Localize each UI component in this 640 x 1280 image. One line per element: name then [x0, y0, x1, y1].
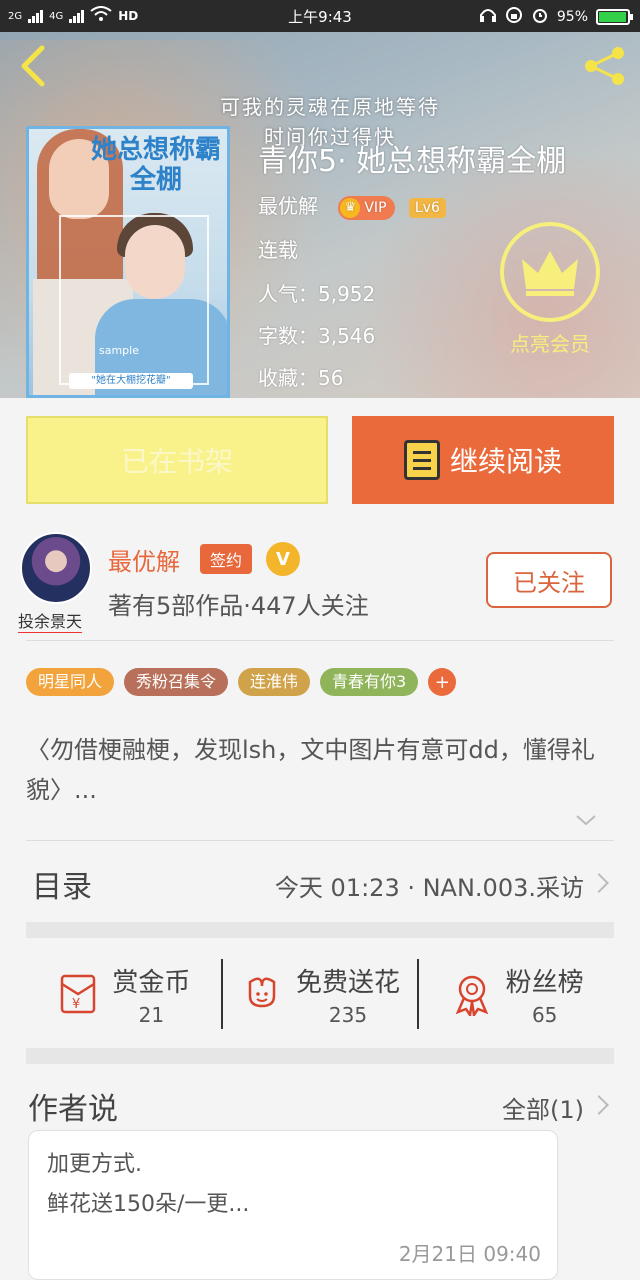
in-bookshelf-button[interactable]: 已在书架: [26, 416, 328, 504]
share-button[interactable]: [582, 46, 628, 86]
stat-value: 235: [328, 1002, 368, 1027]
note-line-2: 鲜花送150朵/一更...: [47, 1192, 250, 1217]
cover-ribbon: "她在大棚挖花瓣": [69, 373, 193, 389]
book-popularity: 人气：5,952: [258, 282, 376, 306]
author-says-title: 作者说: [28, 1092, 118, 1127]
note-date: 2月21日 09:40: [398, 1242, 541, 1266]
battery-icon: [596, 9, 633, 25]
back-button[interactable]: [14, 42, 54, 90]
tag-list: 明星同人 秀粉召集令 连淮伟 青春有你3 +: [26, 668, 457, 696]
cover-sample-text: sample: [99, 344, 139, 357]
tag-item[interactable]: 连淮伟: [238, 668, 311, 696]
catalog-row[interactable]: 目录 今天 01:23 · NAN.003.采访: [0, 844, 640, 922]
crown-icon: [500, 222, 600, 322]
headphone-icon: [479, 7, 497, 27]
fan-ranking-stat[interactable]: 粉丝榜 65: [417, 959, 614, 1029]
author-says-header: 作者说 全部(1): [0, 1076, 640, 1130]
author-works-followers: 著有5部作品·447人关注: [108, 592, 369, 620]
latest-chapter: 今天 01:23 · NAN.003.采访: [274, 874, 584, 902]
add-tag-button[interactable]: +: [428, 668, 457, 696]
cover-title: 她总想称霸全棚: [91, 135, 222, 195]
stat-value: 21: [138, 1002, 165, 1027]
slogan-line-1: 可我的灵魂在原地等待: [220, 95, 440, 119]
rotation-lock-icon: [505, 6, 523, 28]
signed-badge: 签约: [200, 544, 253, 574]
note-line-1: 加更方式.: [47, 1152, 142, 1177]
verified-v-icon: V: [266, 542, 300, 576]
support-stats: ¥ 赏金币 21 免费送花 235 粉丝榜 65: [26, 940, 614, 1048]
header-author-name[interactable]: 最优解: [258, 194, 318, 218]
author-note-card[interactable]: 加更方式. 鲜花送150朵/一更... 2月21日 09:40: [28, 1130, 558, 1280]
divider: [26, 640, 614, 641]
battery-percent: 95%: [556, 9, 588, 25]
flower-icon: [240, 972, 284, 1016]
vip-badge: ♛ VIP: [338, 195, 395, 220]
stat-name: 粉丝榜: [505, 967, 584, 998]
book-status: 连载: [258, 238, 298, 262]
chevron-right-icon: [589, 873, 609, 893]
chevron-right-icon[interactable]: [589, 1095, 609, 1115]
book-synopsis[interactable]: 〈勿借梗融梗，发现lsh，文中图片有意可dd，懂得礼貌〉...: [26, 730, 616, 810]
light-member-button[interactable]: 点亮会员: [496, 222, 604, 357]
stat-value: 65: [531, 1002, 558, 1027]
svg-text:¥: ¥: [72, 997, 80, 1012]
book-word-count: 字数：3,546: [258, 324, 376, 348]
tag-item[interactable]: 明星同人: [26, 668, 115, 696]
tag-item[interactable]: 秀粉召集令: [124, 668, 229, 696]
view-all-link[interactable]: 全部(1): [502, 1090, 584, 1125]
avatar-caption: 投余景天: [18, 608, 83, 633]
crown-icon: ♛: [340, 197, 361, 218]
book-header: 2G 4G HD 上午9:43 95% 可我的灵魂在原地等待 时间你过得快 她总…: [0, 0, 640, 398]
medal-icon: [450, 972, 494, 1019]
book-cover[interactable]: 她总想称霸全棚 sample "她在大棚挖花瓣": [26, 126, 230, 398]
continue-reading-label: 继续阅读: [449, 445, 562, 478]
followed-button[interactable]: 已关注: [486, 552, 612, 608]
free-flower-stat[interactable]: 免费送花 235: [220, 959, 418, 1029]
level-badge: Lv6: [408, 197, 446, 218]
alarm-icon: [531, 6, 549, 28]
member-label: 点亮会员: [510, 332, 590, 356]
tag-item[interactable]: 青春有你3: [320, 668, 419, 696]
book-favorites: 收藏：56: [258, 366, 344, 390]
section-separator: [26, 922, 614, 938]
author-avatar[interactable]: [20, 532, 92, 604]
status-bar: 2G 4G HD 上午9:43 95%: [0, 0, 640, 32]
book-title: 青你5· 她总想称霸全棚: [258, 144, 567, 179]
continue-reading-button[interactable]: 继续阅读: [352, 416, 614, 504]
author-section: 投余景天 最优解 签约 V 著有5部作品·447人关注 已关注: [0, 520, 640, 640]
section-separator: [26, 1048, 614, 1064]
author-name[interactable]: 最优解: [108, 542, 180, 577]
stat-name: 赏金币: [112, 967, 191, 998]
reward-coins-stat[interactable]: ¥ 赏金币 21: [26, 959, 221, 1029]
divider: [26, 840, 614, 841]
red-envelope-icon: ¥: [56, 972, 100, 1016]
book-icon: [403, 440, 440, 480]
stat-name: 免费送花: [296, 967, 401, 998]
author-row: 最优解 ♛ VIP Lv6: [258, 190, 446, 220]
catalog-label: 目录: [32, 870, 92, 905]
chevron-down-icon[interactable]: [574, 808, 598, 832]
